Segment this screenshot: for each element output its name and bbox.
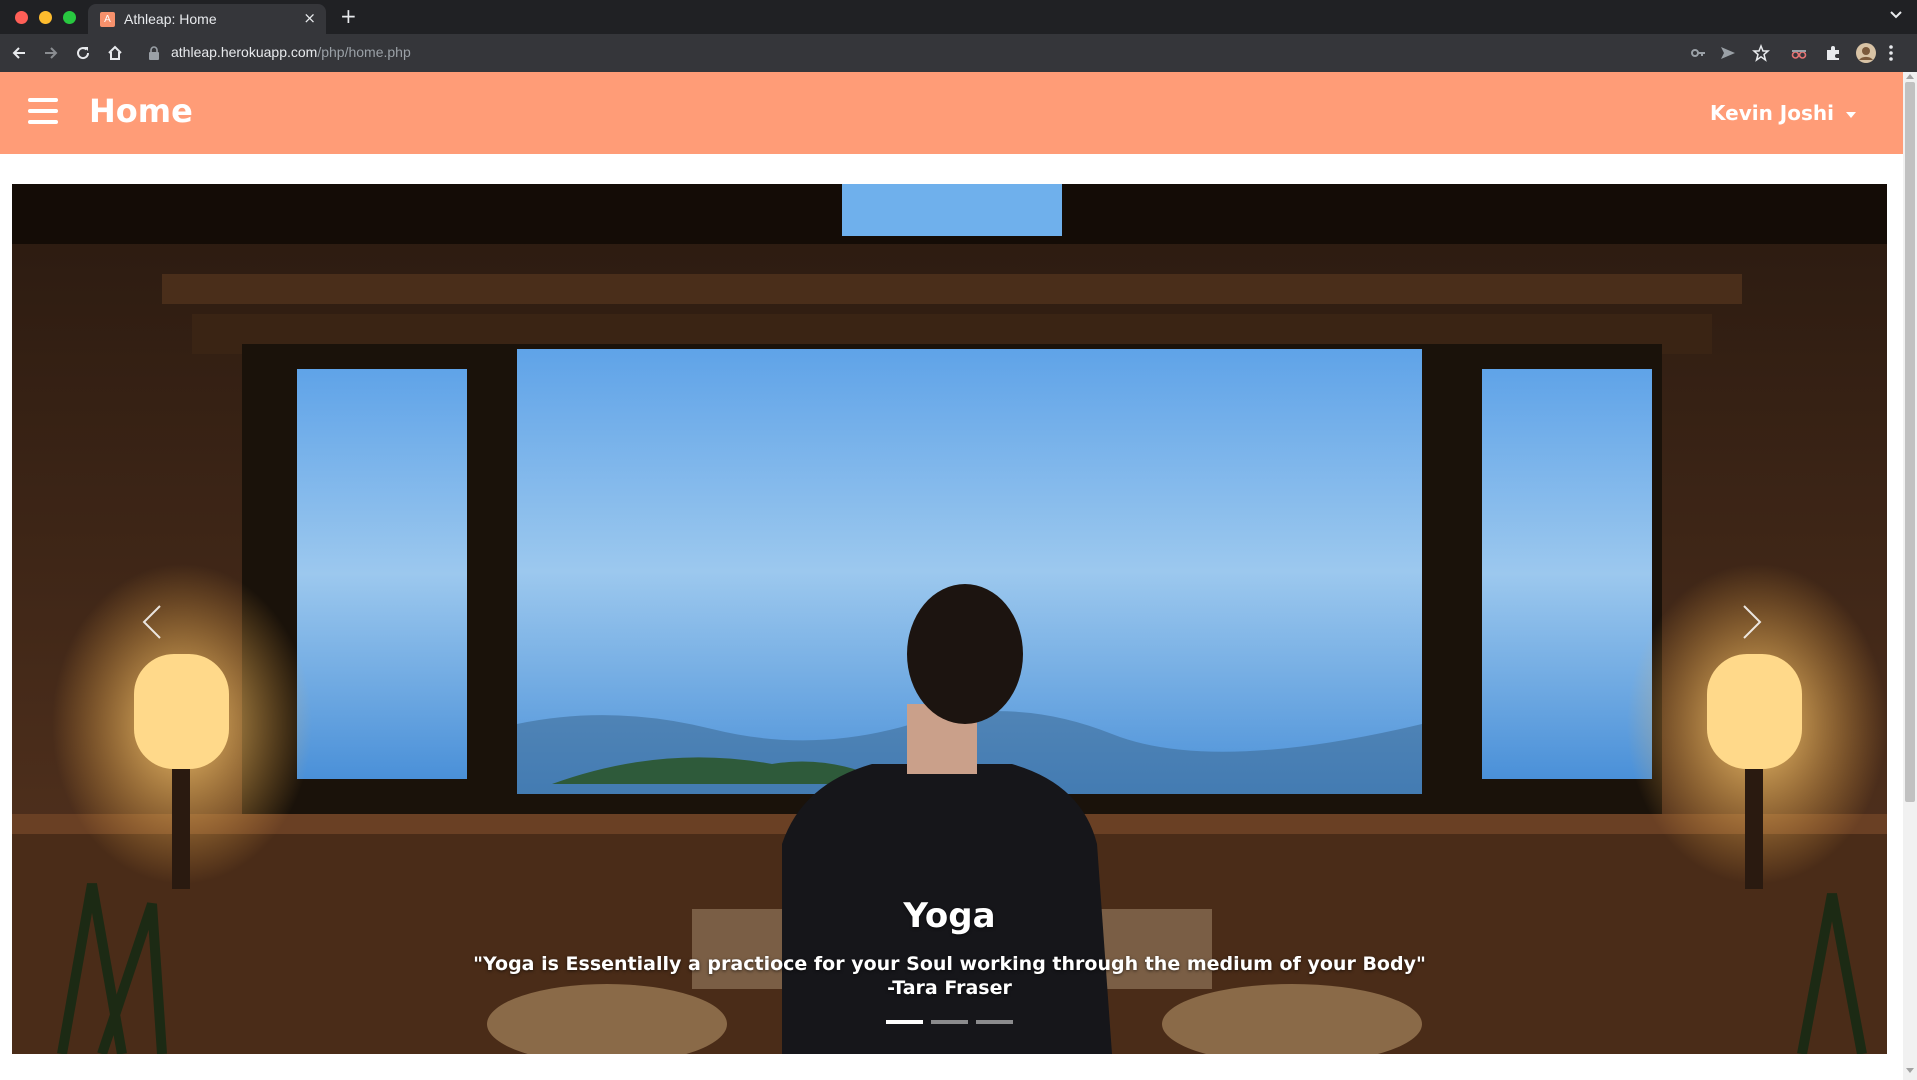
address-bar[interactable]: athleap.herokuapp.com/php/home.php	[171, 44, 411, 60]
scroll-down-arrow-icon[interactable]	[1906, 1068, 1914, 1073]
browser-tab-bar: A Athleap: Home × +	[0, 0, 1917, 34]
page-scrollbar[interactable]	[1903, 72, 1917, 1080]
page-title: Home	[89, 92, 193, 130]
incognito-extension-icon[interactable]	[1790, 44, 1808, 62]
carousel: Yoga "Yoga is Essentially a practioce fo…	[12, 184, 1887, 1054]
carousel-indicator-3[interactable]	[976, 1020, 1013, 1024]
tab-title: Athleap: Home	[124, 11, 217, 27]
tab-search-chevron-icon[interactable]	[1889, 8, 1903, 22]
key-icon[interactable]	[1689, 44, 1707, 62]
user-dropdown-toggle[interactable]: Kevin Joshi	[1710, 101, 1856, 125]
home-icon[interactable]	[106, 44, 124, 62]
kebab-menu-icon[interactable]	[1888, 44, 1894, 62]
chevron-right-icon	[1743, 605, 1762, 639]
url-path: /php/home.php	[317, 44, 411, 60]
favicon-icon: A	[100, 12, 115, 27]
reload-icon[interactable]	[74, 44, 92, 62]
web-page: Home Kevin Joshi Yoga "Yoga is Essential…	[0, 72, 1903, 1080]
url-host: athleap.herokuapp.com	[171, 44, 318, 60]
close-window-button[interactable]	[15, 11, 28, 24]
caption-author: -Tara Fraser	[887, 977, 1012, 999]
forward-icon[interactable]	[42, 44, 60, 62]
new-tab-button[interactable]: +	[340, 6, 357, 26]
carousel-indicator-2[interactable]	[931, 1020, 968, 1024]
scroll-thumb[interactable]	[1905, 82, 1915, 802]
caption-quote: "Yoga is Essentially a practioce for you…	[473, 953, 1426, 975]
star-icon[interactable]	[1752, 44, 1770, 62]
lock-icon[interactable]	[148, 46, 160, 60]
browser-toolbar: athleap.herokuapp.com/php/home.php	[0, 34, 1917, 72]
scroll-up-arrow-icon[interactable]	[1906, 74, 1914, 79]
carousel-caption: Yoga "Yoga is Essentially a practioce fo…	[12, 896, 1887, 1000]
caret-down-icon	[1845, 111, 1856, 118]
profile-avatar-icon[interactable]	[1856, 43, 1876, 63]
back-icon[interactable]	[10, 44, 28, 62]
send-icon[interactable]	[1719, 44, 1737, 62]
caption-title: Yoga	[903, 896, 996, 936]
tab-close-button[interactable]: ×	[303, 10, 316, 27]
maximize-window-button[interactable]	[63, 11, 76, 24]
carousel-indicator-1[interactable]	[886, 1020, 923, 1024]
top-navbar: Home Kevin Joshi	[0, 72, 1903, 154]
minimize-window-button[interactable]	[39, 11, 52, 24]
user-name: Kevin Joshi	[1710, 101, 1834, 125]
browser-tab[interactable]: A Athleap: Home ×	[88, 4, 326, 34]
puzzle-icon[interactable]	[1824, 44, 1842, 62]
chevron-left-icon	[142, 605, 161, 639]
hamburger-menu-icon[interactable]	[28, 98, 58, 124]
